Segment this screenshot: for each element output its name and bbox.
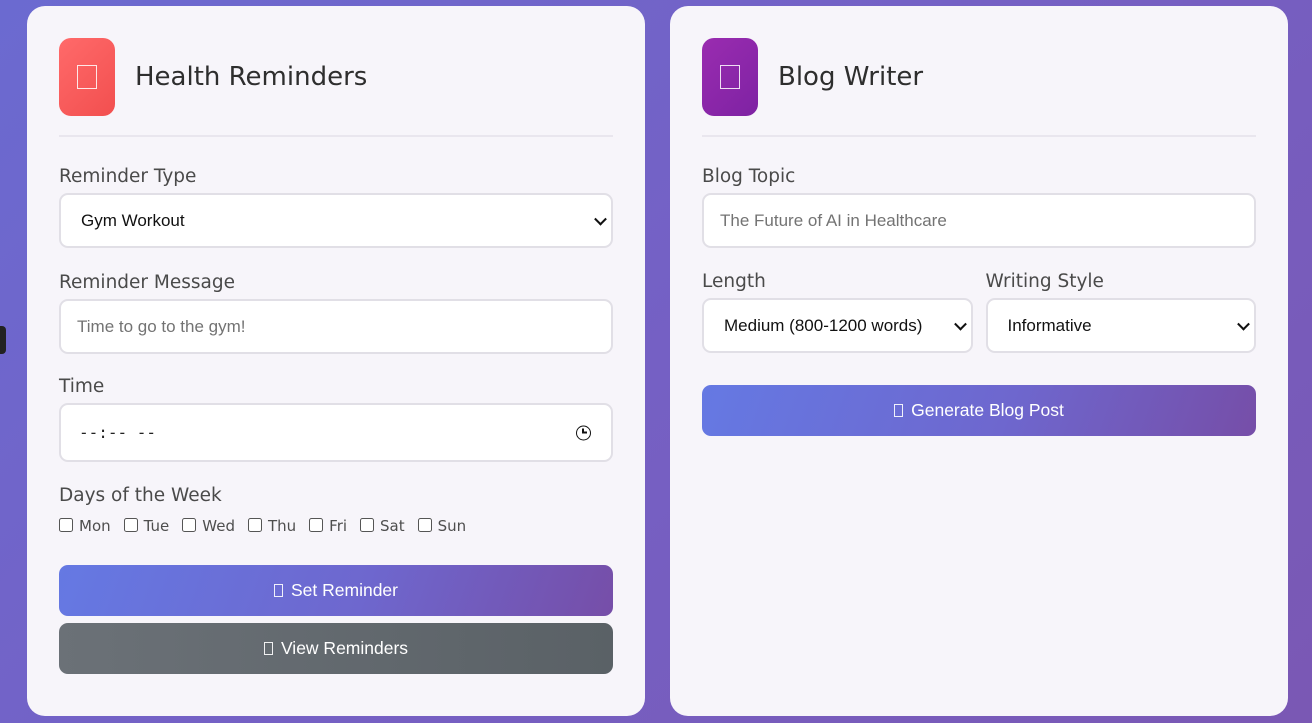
sparkle-icon — [894, 404, 904, 417]
reminder-type-value: Gym Workout — [81, 210, 185, 230]
divider — [59, 135, 613, 137]
generate-blog-button[interactable]: Generate Blog Post — [702, 385, 1256, 436]
view-reminders-label: View Reminders — [280, 638, 409, 658]
blog-card-header: Blog Writer — [702, 38, 1256, 116]
writing-style-select[interactable]: Informative — [985, 298, 1256, 353]
checkbox[interactable] — [360, 517, 375, 532]
blog-topic-placeholder: The Future of AI in Healthcare — [720, 210, 947, 230]
checkbox[interactable] — [417, 517, 432, 532]
chevron-down-icon — [594, 212, 607, 226]
day-mon[interactable]: Mon — [59, 514, 111, 535]
view-reminders-button[interactable]: View Reminders — [59, 623, 613, 674]
day-thu[interactable]: Thu — [247, 514, 296, 535]
writing-style-label: Writing Style — [985, 271, 1104, 292]
time-value: --:-- -- — [79, 423, 157, 442]
clock-icon[interactable] — [576, 425, 591, 440]
days-checkbox-group: Mon Tue Wed Thu Fri Sat Sun — [59, 514, 613, 535]
reminder-message-label: Reminder Message — [59, 272, 235, 293]
day-wed[interactable]: Wed — [182, 514, 235, 535]
day-fri[interactable]: Fri — [309, 514, 347, 535]
writing-style-value: Informative — [1007, 315, 1092, 335]
health-reminders-card: Health Reminders Reminder Type Gym Worko… — [27, 6, 645, 716]
reminder-message-placeholder: Time to go to the gym! — [77, 316, 246, 336]
writing-style-field: Writing Style Informative — [985, 271, 1256, 353]
time-input[interactable]: --:-- -- — [59, 403, 613, 462]
window-edge-handle[interactable] — [0, 326, 6, 354]
days-label: Days of the Week — [59, 485, 222, 506]
blog-topic-input[interactable]: The Future of AI in Healthcare — [702, 193, 1256, 248]
time-label: Time — [59, 376, 105, 397]
divider — [702, 135, 1256, 137]
checkbox[interactable] — [123, 517, 138, 532]
bell-icon — [274, 584, 283, 597]
reminder-type-select[interactable]: Gym Workout — [59, 193, 613, 248]
blog-topic-label: Blog Topic — [702, 166, 796, 187]
list-icon — [263, 642, 273, 655]
checkbox[interactable] — [247, 517, 262, 532]
length-value: Medium (800-1200 words) — [724, 315, 923, 335]
pen-icon — [702, 38, 758, 116]
length-select[interactable]: Medium (800-1200 words) — [702, 298, 973, 353]
chevron-down-icon — [953, 317, 967, 331]
day-tue[interactable]: Tue — [123, 514, 169, 535]
checkbox[interactable] — [59, 517, 73, 532]
chevron-down-icon — [1237, 317, 1250, 331]
reminder-message-input[interactable]: Time to go to the gym! — [59, 299, 613, 354]
blog-writer-card: Blog Writer Blog Topic The Future of AI … — [670, 6, 1288, 716]
set-reminder-button[interactable]: Set Reminder — [59, 565, 613, 616]
length-style-row: Length Medium (800-1200 words) Writing S… — [702, 271, 1256, 353]
length-label: Length — [702, 271, 766, 292]
heart-icon — [59, 38, 115, 116]
set-reminder-label: Set Reminder — [291, 580, 398, 600]
blog-card-title: Blog Writer — [778, 62, 924, 92]
checkbox[interactable] — [182, 517, 197, 532]
reminder-type-label: Reminder Type — [59, 166, 197, 187]
length-field: Length Medium (800-1200 words) — [702, 271, 973, 353]
checkbox[interactable] — [309, 517, 324, 532]
generate-blog-label: Generate Blog Post — [911, 400, 1064, 420]
day-sun[interactable]: Sun — [417, 514, 466, 535]
health-card-title: Health Reminders — [135, 62, 368, 92]
day-sat[interactable]: Sat — [360, 514, 405, 535]
health-card-header: Health Reminders — [59, 38, 613, 116]
